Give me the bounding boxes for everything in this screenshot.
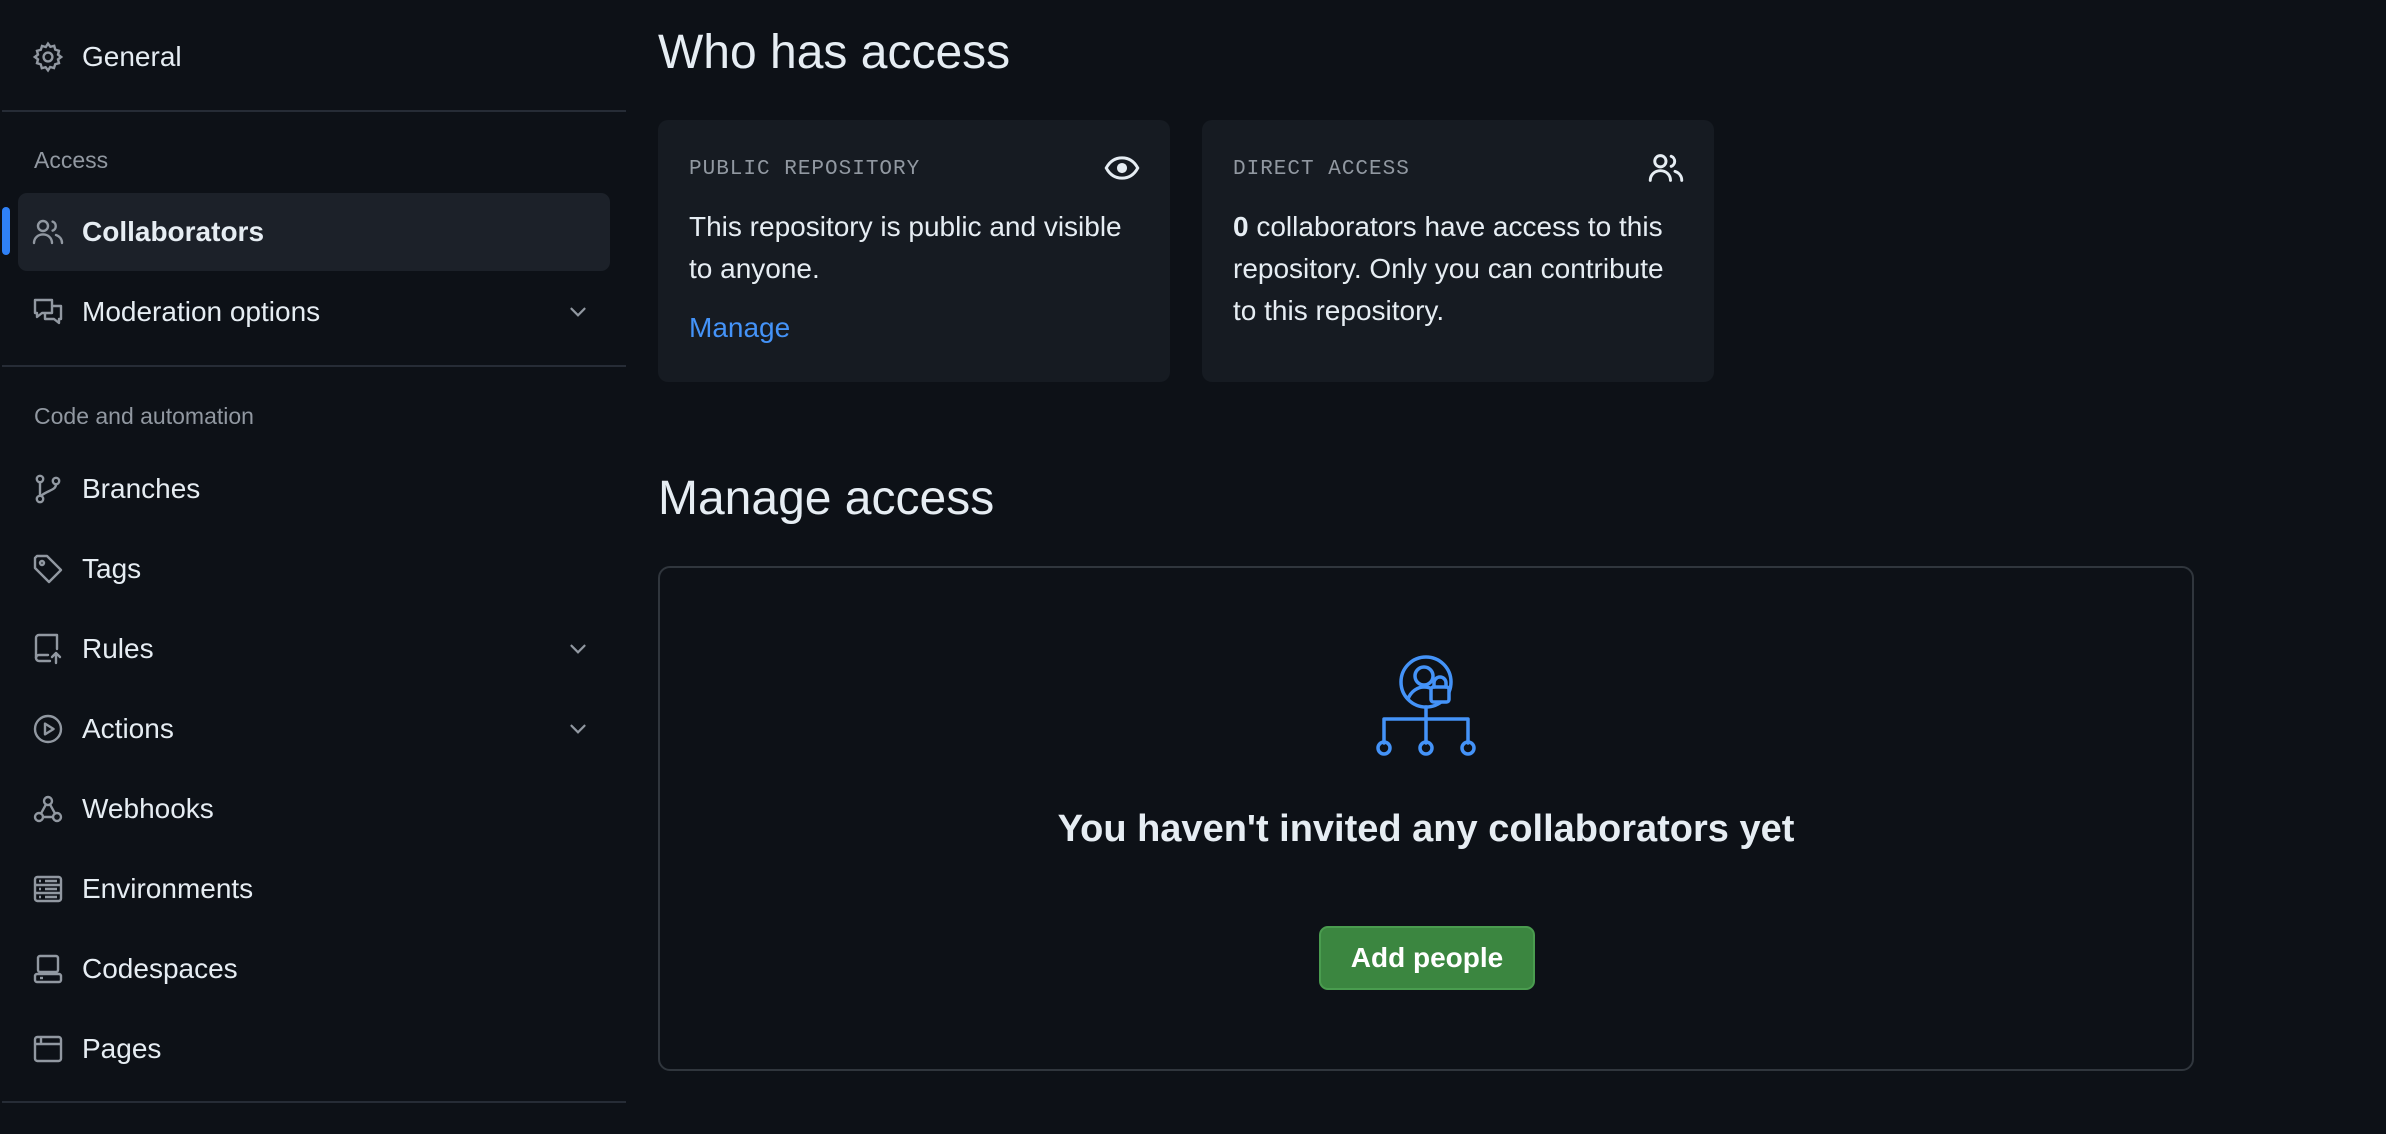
section-label-access: Access [34,147,109,173]
git-branch-icon [32,473,64,505]
sidebar-item-webhooks[interactable]: Webhooks [18,770,610,848]
sidebar-item-moderation-options[interactable]: Moderation options [18,273,610,351]
sidebar-item-label: Moderation options [82,296,321,327]
sidebar-item-label: Actions [82,713,174,744]
codespaces-icon [32,953,64,985]
sidebar-item-codespaces[interactable]: Codespaces [18,930,610,1008]
who-has-access-heading: Who has access [658,26,1011,79]
sidebar-item-branches[interactable]: Branches [18,450,610,528]
sidebar-divider [2,365,626,367]
sidebar-divider [2,110,626,112]
people-icon [1648,150,1684,186]
public-repository-card: PUBLIC REPOSITORY This repository is pub… [658,120,1170,382]
collaborator-count: 0 [1233,211,1249,242]
sidebar-item-label: Pages [82,1033,162,1064]
eye-icon [1104,150,1140,186]
sidebar-item-label: Collaborators [82,216,265,247]
direct-access-text: collaborators have access to this reposi… [1233,211,1664,326]
sidebar-item-label: Tags [82,553,142,584]
section-label-code-and-automation: Code and automation [34,403,254,429]
comment-discussion-icon [32,296,64,328]
chevron-down-icon[interactable] [564,635,592,663]
manage-access-heading: Manage access [658,472,995,525]
card-body: This repository is public and visible to… [689,211,1122,284]
sidebar-item-label: Environments [82,873,254,904]
add-people-button[interactable]: Add people [1319,926,1535,990]
sidebar-item-rules[interactable]: Rules [18,610,610,688]
card-kicker: PUBLIC REPOSITORY [689,158,921,181]
sidebar-item-tags[interactable]: Tags [18,530,610,608]
sidebar-item-environments[interactable]: Environments [18,850,610,928]
chevron-down-icon[interactable] [564,298,592,326]
sidebar-item-label: General [82,41,182,72]
empty-state-title: You haven't invited any collaborators ye… [1057,808,1795,850]
active-indicator [2,207,10,255]
chevron-down-icon[interactable] [564,715,592,743]
server-icon [32,873,64,905]
sidebar-item-collaborators[interactable]: Collaborators [18,193,610,271]
direct-access-card: DIRECT ACCESS 0 collaborators have acces… [1202,120,1714,382]
repo-push-icon [32,633,64,665]
collaborators-empty-state: You haven't invited any collaborators ye… [658,566,2194,1071]
card-body: 0 collaborators have access to this repo… [1233,206,1693,332]
sidebar-item-label: Codespaces [82,953,238,984]
sidebar-item-label: Webhooks [82,793,214,824]
play-icon [32,713,64,745]
manage-visibility-link[interactable]: Manage [689,312,790,344]
person-lock-org-icon [1372,654,1480,756]
sidebar-item-general[interactable]: General [18,18,610,96]
people-icon [32,216,64,248]
sidebar-item-label: Rules [82,633,154,664]
gear-icon [32,41,64,73]
settings-sidebar: General Access Collaborators Moderation … [0,0,626,1134]
webhook-icon [32,793,64,825]
sidebar-item-pages[interactable]: Pages [18,1010,610,1088]
sidebar-divider [2,1101,626,1103]
browser-icon [32,1033,64,1065]
sidebar-item-actions[interactable]: Actions [18,690,610,768]
card-kicker: DIRECT ACCESS [1233,158,1410,181]
sidebar-item-label: Branches [82,473,201,504]
tag-icon [32,553,64,585]
